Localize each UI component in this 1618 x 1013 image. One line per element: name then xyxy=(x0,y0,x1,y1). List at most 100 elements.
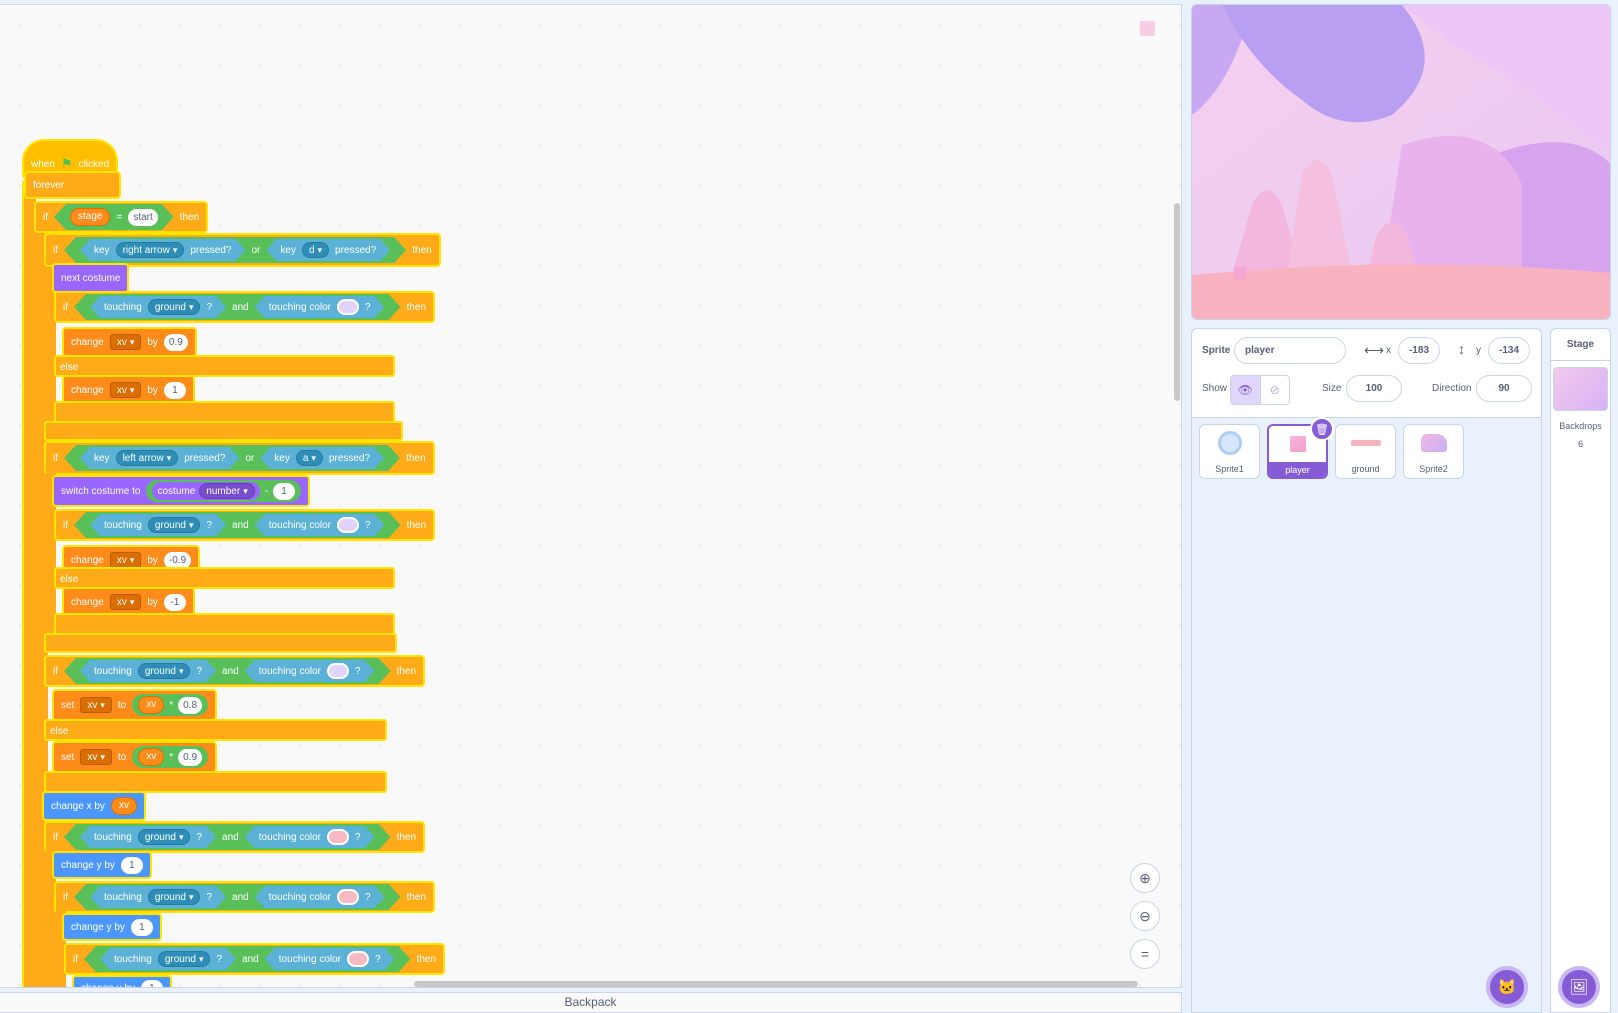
switch-costume-block[interactable]: switch costume to costume number - 1 xyxy=(52,475,311,507)
touching-ground-bool[interactable]: touching ground ? xyxy=(90,514,226,536)
and-operator[interactable]: touching ground ? and touching color ? xyxy=(64,658,391,684)
color-swatch-pink[interactable] xyxy=(327,829,349,845)
key-dropdown-left-arrow[interactable]: left arrow xyxy=(116,450,179,466)
key-pressed-left[interactable]: key left arrow pressed? xyxy=(80,447,239,469)
and-operator[interactable]: touching ground ? and touching color ? xyxy=(64,824,391,850)
stage-reporter[interactable]: stage xyxy=(70,208,110,226)
change-y-by-block[interactable]: change y by 1 xyxy=(62,913,162,941)
touching-dropdown-ground[interactable]: ground xyxy=(148,517,201,533)
value-input[interactable]: 0.9 xyxy=(163,333,188,351)
touching-color-bool[interactable]: touching color ? xyxy=(255,886,385,908)
variable-dropdown-xv[interactable]: xv xyxy=(80,697,112,713)
touching-color-bool[interactable]: touching color ? xyxy=(255,296,385,318)
key-pressed-right[interactable]: key right arrow pressed? xyxy=(80,239,245,261)
touching-dropdown-ground[interactable]: ground xyxy=(158,951,211,967)
change-xv-block[interactable]: change xv by 0.9 xyxy=(62,327,197,357)
sprite-tile-ground[interactable]: ground xyxy=(1335,424,1396,479)
touching-ground-bool[interactable]: touching ground ? xyxy=(100,948,236,970)
value-input[interactable]: 1 xyxy=(120,856,143,874)
if-touching-pink-block-3[interactable]: if touching ground ? and touching color … xyxy=(64,943,446,975)
costume-number-reporter[interactable]: costume number xyxy=(152,482,260,500)
color-swatch-pink[interactable] xyxy=(347,951,369,967)
color-swatch-pink[interactable] xyxy=(337,889,359,905)
value-input[interactable]: 1 xyxy=(130,918,153,936)
touching-ground-bool[interactable]: touching ground ? xyxy=(90,296,226,318)
touching-ground-bool[interactable]: touching ground ? xyxy=(80,826,216,848)
touching-color-bool[interactable]: touching color ? xyxy=(245,660,375,682)
show-hidden-icon[interactable]: ⊘ xyxy=(1259,376,1290,404)
horizontal-scrollbar[interactable] xyxy=(414,981,1138,987)
if-touching-pink-block-2[interactable]: if touching ground ? and touching color … xyxy=(54,881,436,913)
variable-dropdown-xv[interactable]: xv xyxy=(109,334,142,350)
x-input[interactable]: -183 xyxy=(1398,337,1440,364)
key-pressed-a[interactable]: key a pressed? xyxy=(260,447,384,469)
if-stage-start-block[interactable]: if stage = start then xyxy=(34,201,209,233)
if-touching-pink-block-1[interactable]: if touching ground ? and touching color … xyxy=(44,821,426,853)
variable-dropdown-xv[interactable]: xv xyxy=(109,552,142,568)
add-backdrop-button[interactable]: 🖼 xyxy=(1558,966,1600,1008)
start-value[interactable]: start xyxy=(128,209,157,226)
stage-canvas[interactable] xyxy=(1191,4,1611,320)
touching-dropdown-ground[interactable]: ground xyxy=(138,829,191,845)
subtract-operator[interactable]: costume number - 1 xyxy=(146,480,302,502)
multiply-operator[interactable]: xv * 0.9 xyxy=(132,746,209,768)
stage-selector-panel[interactable]: Stage Backdrops 6 xyxy=(1550,328,1611,1013)
value-input[interactable]: -1 xyxy=(163,593,186,611)
key-dropdown-right-arrow[interactable]: right arrow xyxy=(116,242,185,258)
key-dropdown-d[interactable]: d xyxy=(302,242,329,258)
xv-reporter[interactable]: xv xyxy=(138,696,165,714)
show-visible-icon[interactable]: 👁 xyxy=(1231,376,1260,404)
if-left-key-block[interactable]: if key left arrow pressed? or key a pres… xyxy=(44,441,435,475)
and-operator[interactable]: touching ground ? and touching color ? xyxy=(74,512,401,538)
sprite-name-input[interactable]: player xyxy=(1234,337,1346,364)
backpack-bar[interactable]: Backpack xyxy=(0,992,1182,1013)
touching-dropdown-ground[interactable]: ground xyxy=(138,663,191,679)
xv-reporter[interactable]: xv xyxy=(138,748,165,766)
delete-sprite-button[interactable]: 🗑 xyxy=(1310,417,1334,441)
key-pressed-d[interactable]: key d pressed? xyxy=(266,239,390,261)
y-input[interactable]: -134 xyxy=(1488,337,1530,364)
variable-dropdown-xv[interactable]: xv xyxy=(80,749,112,765)
if-touching-ground-color-block-2[interactable]: if touching ground ? and touching color … xyxy=(54,509,436,541)
touching-dropdown-ground[interactable]: ground xyxy=(148,889,201,905)
or-operator[interactable]: key left arrow pressed? or key a pressed… xyxy=(64,445,400,471)
equals-operator[interactable]: stage = start xyxy=(54,204,174,230)
touching-color-bool[interactable]: touching color ? xyxy=(245,826,375,848)
touching-dropdown-ground[interactable]: ground xyxy=(148,299,201,315)
color-swatch-lavender[interactable] xyxy=(327,663,349,679)
if-right-key-block[interactable]: if key right arrow pressed? or key d pre… xyxy=(44,233,441,267)
sprite-tile-sprite2[interactable]: Sprite2 xyxy=(1403,424,1464,479)
sprite-tile-sprite1[interactable]: Sprite1 xyxy=(1199,424,1260,479)
size-input[interactable]: 100 xyxy=(1346,375,1402,402)
touching-color-bool[interactable]: touching color ? xyxy=(255,514,385,536)
variable-dropdown-xv[interactable]: xv xyxy=(109,382,142,398)
visibility-toggle[interactable]: 👁 ⊘ xyxy=(1230,375,1290,405)
touching-ground-bool[interactable]: touching ground ? xyxy=(80,660,216,682)
or-operator[interactable]: key right arrow pressed? or key d presse… xyxy=(64,237,406,263)
direction-input[interactable]: 90 xyxy=(1476,375,1532,402)
key-dropdown-a[interactable]: a xyxy=(296,450,323,466)
multiply-operator[interactable]: xv * 0.8 xyxy=(132,694,209,716)
costume-number-dropdown[interactable]: number xyxy=(199,483,255,499)
vertical-scrollbar[interactable] xyxy=(1174,203,1180,401)
zoom-in-button[interactable]: ⊕ xyxy=(1130,863,1160,893)
touching-color-bool[interactable]: touching color ? xyxy=(265,948,395,970)
and-operator[interactable]: touching ground ? and touching color ? xyxy=(74,884,401,910)
value-input[interactable]: -0.9 xyxy=(163,551,192,569)
variable-dropdown-xv[interactable]: xv xyxy=(109,594,142,610)
change-y-by-block[interactable]: change y by 1 xyxy=(52,851,152,879)
and-operator[interactable]: touching ground ? and touching color ? xyxy=(84,946,411,972)
value-input[interactable]: 1 xyxy=(163,381,186,399)
value-input[interactable]: 1 xyxy=(273,482,296,500)
set-xv-block[interactable]: set xv to xv * 0.8 xyxy=(52,689,218,721)
zoom-reset-button[interactable]: = xyxy=(1130,939,1160,969)
value-input[interactable]: 0.8 xyxy=(178,696,203,714)
zoom-out-button[interactable]: ⊖ xyxy=(1130,901,1160,931)
if-touching-friction-block[interactable]: if touching ground ? and touching color … xyxy=(44,655,426,687)
change-x-by-block[interactable]: change x by xv xyxy=(42,791,146,821)
change-y-by-block[interactable]: change y by 1 xyxy=(72,975,172,987)
color-swatch-lavender[interactable] xyxy=(337,517,359,533)
color-swatch-lavender[interactable] xyxy=(337,299,359,315)
touching-ground-bool[interactable]: touching ground ? xyxy=(90,886,226,908)
forever-block[interactable]: forever xyxy=(24,171,121,199)
